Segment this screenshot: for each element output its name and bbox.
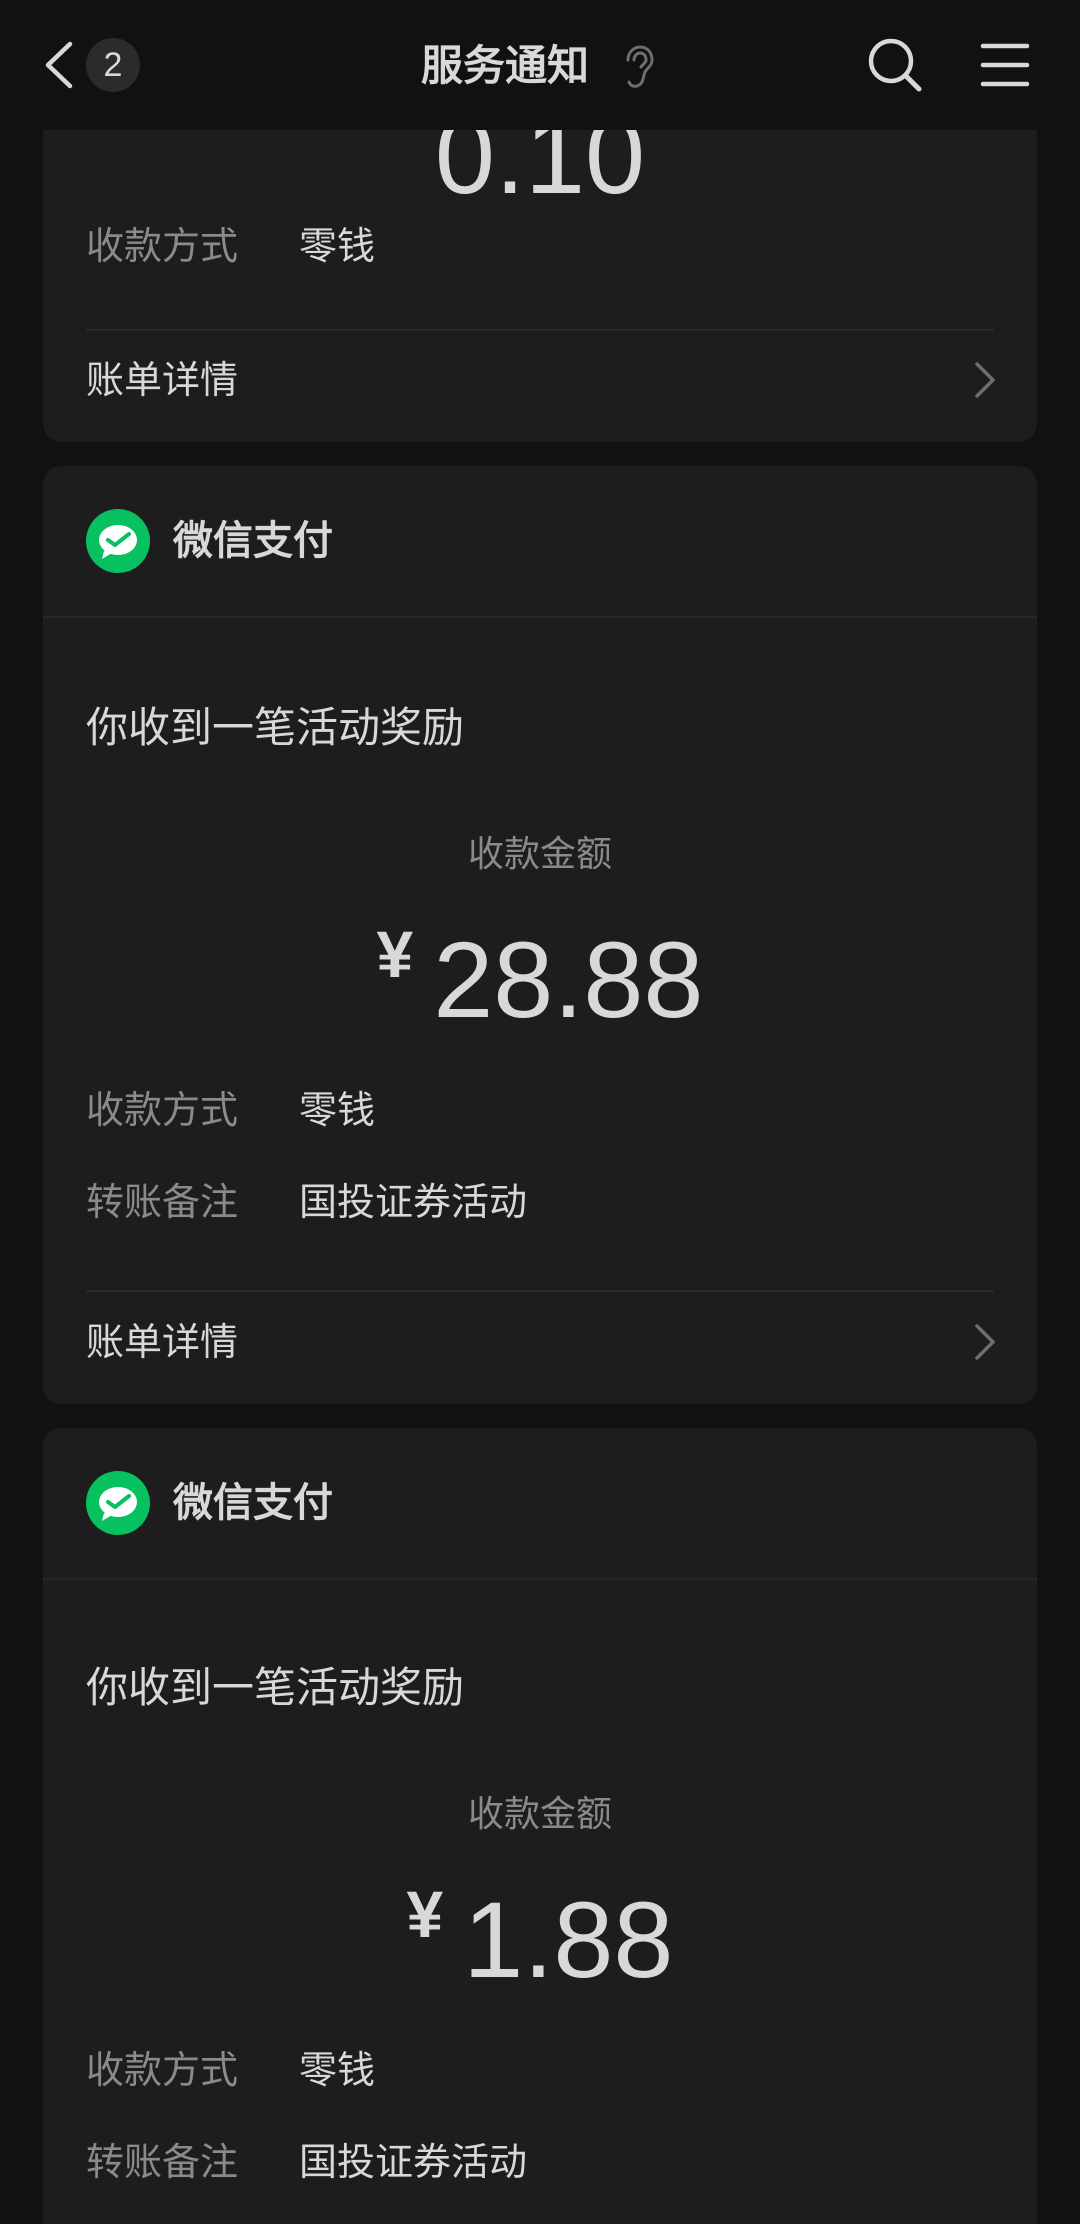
remark-row: 转账备注 国投证券活动 [86, 1172, 527, 1232]
amount-label: 收款金额 [467, 834, 612, 875]
remark-value: 国投证券活动 [299, 2140, 528, 2184]
notification-card: 微信支付 你收到一笔活动奖励 收款金额 ¥1.88 收款方式 零钱 转账备注 国投证… [43, 1428, 1037, 2224]
payment-method-label: 收款方式 [86, 2048, 239, 2092]
payment-method-value: 零钱 [299, 224, 376, 268]
amount-value: 1.88 [463, 1879, 674, 2000]
search-icon[interactable] [866, 36, 924, 94]
ear-icon[interactable] [620, 44, 656, 90]
remark-value: 国投证券活动 [299, 1180, 528, 1224]
chevron-right-icon [975, 1324, 995, 1360]
hamburger-menu-icon[interactable] [980, 40, 1030, 90]
payment-method-row: 收款方式 零钱 [86, 2040, 375, 2100]
amount: ¥28.88 [43, 916, 1037, 1040]
page-title: 服务通知 [420, 41, 589, 90]
remark-label: 转账备注 [86, 1180, 239, 1224]
payment-method-row: 收款方式 零钱 [86, 1080, 375, 1140]
card-header[interactable]: 微信支付 [43, 1428, 1037, 1580]
notice-title: 你收到一笔活动奖励 [86, 703, 465, 752]
remark-row: 转账备注 国投证券活动 [86, 2132, 527, 2192]
payment-method-label: 收款方式 [86, 1088, 239, 1132]
notice-title: 你收到一笔活动奖励 [86, 1663, 465, 1712]
payment-method-value: 零钱 [299, 1088, 376, 1132]
remark-label: 转账备注 [86, 2140, 239, 2184]
chevron-right-icon [975, 362, 995, 398]
bill-detail-label: 账单详情 [86, 1320, 239, 1364]
amount-value: 28.88 [433, 919, 704, 1040]
bill-detail-row[interactable]: 账单详情 [43, 1292, 1037, 1392]
currency-symbol: ¥ [406, 1877, 444, 1951]
bill-detail-label: 账单详情 [86, 358, 239, 402]
payment-method-label: 收款方式 [86, 224, 239, 268]
currency-symbol: ¥ [376, 917, 414, 991]
sender-name: 微信支付 [173, 1480, 333, 1526]
payment-method-value: 零钱 [299, 2048, 376, 2092]
amount: ¥1.88 [43, 1876, 1037, 2000]
wechat-pay-icon [86, 1471, 150, 1535]
top-bar: 2 服务通知 [0, 0, 1080, 130]
bill-detail-row[interactable]: 账单详情 [43, 330, 1037, 430]
card-header[interactable]: 微信支付 [43, 466, 1037, 618]
payment-method-row: 收款方式 零钱 [86, 216, 375, 276]
service-notification-page: 0.10 收款方式 零钱 账单详情 微信支付 你收到一笔活动奖励 收款金额 ¥28 [0, 0, 1080, 2224]
amount-label: 收款金额 [467, 1794, 612, 1835]
wechat-pay-icon [86, 509, 150, 573]
notification-card: 微信支付 你收到一笔活动奖励 收款金额 ¥28.88 收款方式 零钱 转账备注 国投… [43, 466, 1037, 1404]
sender-name: 微信支付 [173, 518, 333, 564]
